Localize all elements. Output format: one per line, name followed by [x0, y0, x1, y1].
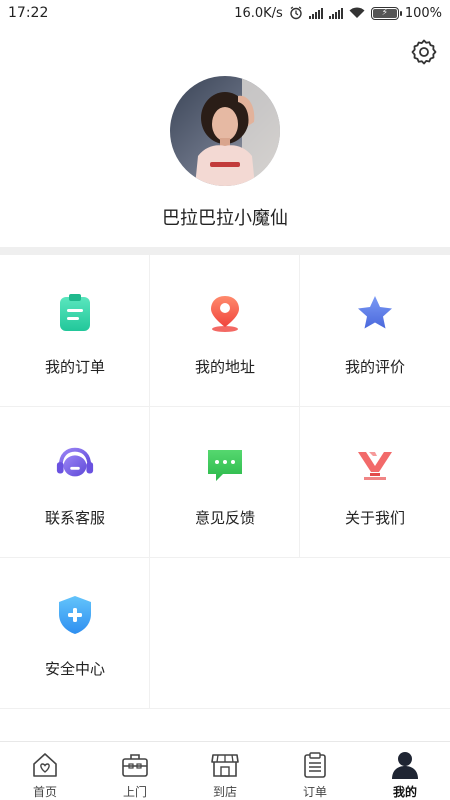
bottom-tab-bar: 首页 上门 到店 订单 我的 [0, 741, 450, 800]
menu-item-security-center[interactable]: 安全中心 [0, 557, 150, 708]
avatar-photo [170, 76, 280, 186]
clipboard-list-icon [300, 750, 330, 780]
menu-grid: 我的订单 我的地址 我的评价 联系客服 意见反馈 关于我们 安全中心 [0, 255, 450, 709]
alarm-clock-icon [290, 6, 302, 20]
toolbox-icon [120, 750, 150, 780]
star-icon [355, 293, 395, 333]
menu-item-feedback[interactable]: 意见反馈 [150, 406, 300, 557]
menu-item-label: 安全中心 [44, 660, 105, 678]
menu-item-label: 我的评价 [344, 358, 405, 376]
location-pin-icon [205, 293, 245, 333]
tab-label: 订单 [302, 785, 327, 799]
feedback-message-icon [205, 444, 245, 484]
tab-label: 到店 [212, 785, 237, 799]
store-icon [210, 750, 240, 780]
shield-plus-icon [55, 595, 95, 635]
gear-icon [411, 39, 437, 65]
menu-item-label: 关于我们 [344, 509, 405, 527]
tab-door-to-door[interactable]: 上门 [90, 742, 180, 800]
home-heart-icon [30, 750, 60, 780]
wifi-icon [349, 7, 365, 18]
battery-percent: 100% [404, 5, 442, 21]
menu-item-my-reviews[interactable]: 我的评价 [300, 255, 450, 406]
signal-strength-icon [308, 7, 323, 19]
menu-item-my-orders[interactable]: 我的订单 [0, 255, 150, 406]
headset-icon [55, 444, 95, 484]
signal-strength-2-icon [328, 7, 343, 19]
tab-in-store[interactable]: 到店 [180, 742, 270, 800]
status-time: 17:22 [8, 5, 49, 21]
menu-item-label: 我的地址 [194, 358, 255, 376]
tab-mine[interactable]: 我的 [360, 742, 450, 800]
person-icon [390, 750, 420, 780]
tab-orders[interactable]: 订单 [270, 742, 360, 800]
tab-label: 上门 [122, 785, 147, 799]
menu-item-about-us[interactable]: 关于我们 [300, 406, 450, 557]
network-speed: 16.0K/s [234, 5, 283, 21]
tab-label: 我的 [392, 785, 417, 799]
status-indicators: 16.0K/s ⚡ 100% [234, 6, 442, 21]
status-bar: 17:22 16.0K/s ⚡ 100% [0, 0, 450, 26]
section-divider [0, 247, 450, 255]
menu-item-my-address[interactable]: 我的地址 [150, 255, 300, 406]
tab-label: 首页 [32, 785, 57, 799]
avatar[interactable] [170, 76, 280, 186]
brand-logo-icon [355, 444, 395, 484]
tab-home[interactable]: 首页 [0, 742, 90, 800]
menu-item-label: 我的订单 [44, 358, 105, 376]
menu-item-label: 意见反馈 [194, 509, 255, 527]
battery-icon: ⚡ [370, 6, 402, 20]
settings-button[interactable] [408, 36, 440, 68]
order-clipboard-icon [55, 293, 95, 333]
username: 巴拉巴拉小魔仙 [162, 208, 288, 229]
menu-item-label: 联系客服 [44, 509, 105, 527]
menu-item-contact-service[interactable]: 联系客服 [0, 406, 150, 557]
grid-divider [0, 708, 450, 709]
